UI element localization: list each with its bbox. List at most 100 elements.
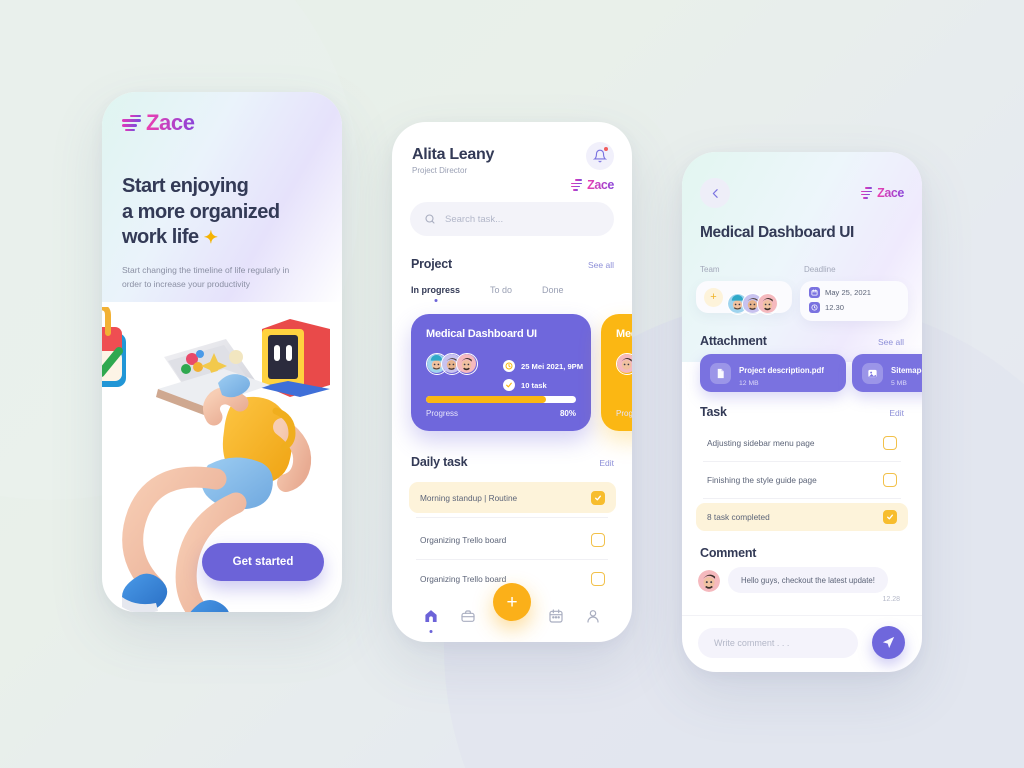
page-title: Medical Dashboard UI — [700, 224, 854, 241]
tab-to-do[interactable]: To do — [490, 285, 512, 295]
daily-task-section-header: Daily task Edit — [411, 455, 614, 469]
heading-line-3: work life — [122, 226, 199, 249]
home-icon — [424, 610, 437, 622]
attachment-name: Sitemap-graphic.png — [891, 365, 922, 375]
avatar — [757, 292, 779, 315]
calendar-icon — [549, 609, 563, 623]
task-section-header: Task Edit — [700, 405, 904, 419]
shoe-icon-1 — [122, 573, 168, 612]
task-section-title: Task — [700, 405, 727, 419]
shoe-icon-2 — [190, 600, 229, 612]
project-card-tasks: 10 task — [521, 380, 547, 390]
daily-task-edit-link[interactable]: Edit — [599, 458, 614, 468]
task-row[interactable]: Adjusting sidebar menu page — [696, 429, 908, 457]
daily-task-label: Morning standup | Routine — [420, 492, 518, 503]
send-icon — [882, 636, 895, 649]
deadline-time: 12.30 — [825, 303, 845, 312]
team-avatars — [727, 292, 779, 315]
project-card-date: 25 Mei 2021, 9PM — [521, 361, 584, 371]
page-title: Start enjoying a more organized work lif… — [122, 174, 322, 251]
project-card-title: Medical Dashboard UI — [426, 328, 537, 340]
deadline-card: May 25, 2021 12.30 — [800, 281, 908, 321]
daily-task-checkbox[interactable] — [591, 490, 605, 505]
project-card-date-row: 25 Mei 2021, 9PM — [503, 360, 583, 372]
daily-task-title: Daily task — [411, 455, 468, 469]
arrow-left-icon — [712, 188, 718, 198]
attachment-see-all-link[interactable]: See all — [878, 337, 904, 347]
attachment-size: 12 MB — [739, 379, 759, 387]
task-label: Adjusting sidebar menu page — [707, 438, 815, 448]
notification-badge — [604, 147, 608, 151]
zace-logo-icon — [122, 114, 141, 132]
attachment-info: Project description.pdf 12 MB — [739, 360, 824, 387]
project-card-progress-label: Progress — [616, 409, 632, 418]
nav-calendar-button[interactable] — [546, 606, 566, 626]
team-avatars-group[interactable]: + — [696, 281, 792, 315]
deadline-time-row: 12.30 — [809, 302, 908, 313]
add-member-button[interactable]: + — [704, 287, 723, 307]
search-icon — [425, 214, 435, 224]
calendar-icon — [809, 287, 820, 298]
search-bar[interactable] — [410, 202, 614, 236]
task-row-completed[interactable]: 8 task completed — [696, 503, 908, 531]
deadline-date: May 25, 2021 — [825, 288, 872, 297]
heading-line-2: a more organized — [122, 200, 280, 223]
task-checkbox[interactable] — [883, 510, 897, 524]
check-icon — [595, 495, 601, 500]
nav-briefcase-button[interactable] — [458, 606, 478, 626]
comment-text: Hello guys, checkout the latest update! — [741, 575, 875, 585]
nav-home-button[interactable] — [421, 606, 441, 626]
daily-task-row[interactable]: Organizing Trello board — [409, 524, 616, 555]
send-comment-button[interactable] — [872, 626, 905, 659]
daily-task-checkbox[interactable] — [591, 571, 605, 586]
project-card-progress-label: Progress — [426, 409, 459, 418]
attachment-card-pdf[interactable]: Project description.pdf 12 MB — [700, 354, 846, 392]
check-circle-icon — [503, 379, 515, 391]
brand-logo: Zace — [571, 178, 614, 192]
clock-icon — [809, 302, 820, 313]
daily-task-row[interactable]: Morning standup | Routine — [409, 482, 616, 513]
get-started-button[interactable]: Get started — [202, 543, 324, 581]
project-card-title: Medical Dashboard UI — [616, 328, 632, 340]
task-checkbox[interactable] — [883, 473, 897, 487]
monitor-3d-icon — [258, 319, 330, 397]
avatar — [616, 353, 632, 375]
onboarding-screen: Zace Start enjoying a more organized wor… — [102, 92, 342, 612]
avatar — [456, 353, 478, 375]
search-input[interactable] — [445, 213, 585, 225]
list-divider — [416, 517, 608, 518]
project-card-medical-dashboard[interactable]: Medical Dashboard UI 25 Mei 2021, 9PM 10… — [411, 314, 591, 431]
task-row[interactable]: Finishing the style guide page — [696, 466, 908, 494]
brand-logo-text: Zace — [877, 186, 904, 200]
task-checkbox[interactable] — [883, 436, 897, 450]
zace-logo-icon — [571, 179, 583, 191]
project-card-progress-value: 80% — [559, 409, 576, 418]
project-card-secondary[interactable]: Medical Dashboard UI Progress — [601, 314, 632, 431]
comment-input[interactable] — [698, 628, 858, 658]
tab-done[interactable]: Done — [542, 285, 564, 295]
attachment-card-image[interactable]: Sitemap-graphic.png 5 MB — [852, 354, 922, 392]
heading-line-1: Start enjoying — [122, 175, 249, 197]
check-icon — [887, 514, 893, 520]
project-section-title: Project — [411, 257, 452, 271]
tab-in-progress[interactable]: In progress — [411, 285, 460, 295]
clock-icon — [503, 360, 515, 372]
daily-task-checkbox[interactable] — [591, 532, 605, 547]
project-see-all-link[interactable]: See all — [588, 260, 614, 270]
brand-logo: Zace — [122, 110, 195, 136]
attachment-section-title: Attachment — [700, 334, 767, 348]
comment-timestamp: 12.28 — [882, 596, 900, 603]
comment-avatar — [698, 570, 720, 592]
brand-logo: Zace — [861, 186, 904, 200]
nav-profile-button[interactable] — [583, 606, 603, 626]
task-edit-link[interactable]: Edit — [889, 408, 904, 418]
project-card-progress-track — [426, 396, 576, 403]
bottom-navigation — [392, 606, 632, 626]
task-label: 8 task completed — [707, 512, 770, 522]
notification-button[interactable] — [586, 142, 614, 170]
back-button[interactable] — [700, 178, 730, 208]
brand-logo-text: Zace — [587, 178, 614, 192]
daily-task-label: Organizing Trello board — [420, 534, 507, 545]
user-role: Project Director — [412, 166, 468, 175]
attachment-info: Sitemap-graphic.png 5 MB — [891, 360, 922, 387]
